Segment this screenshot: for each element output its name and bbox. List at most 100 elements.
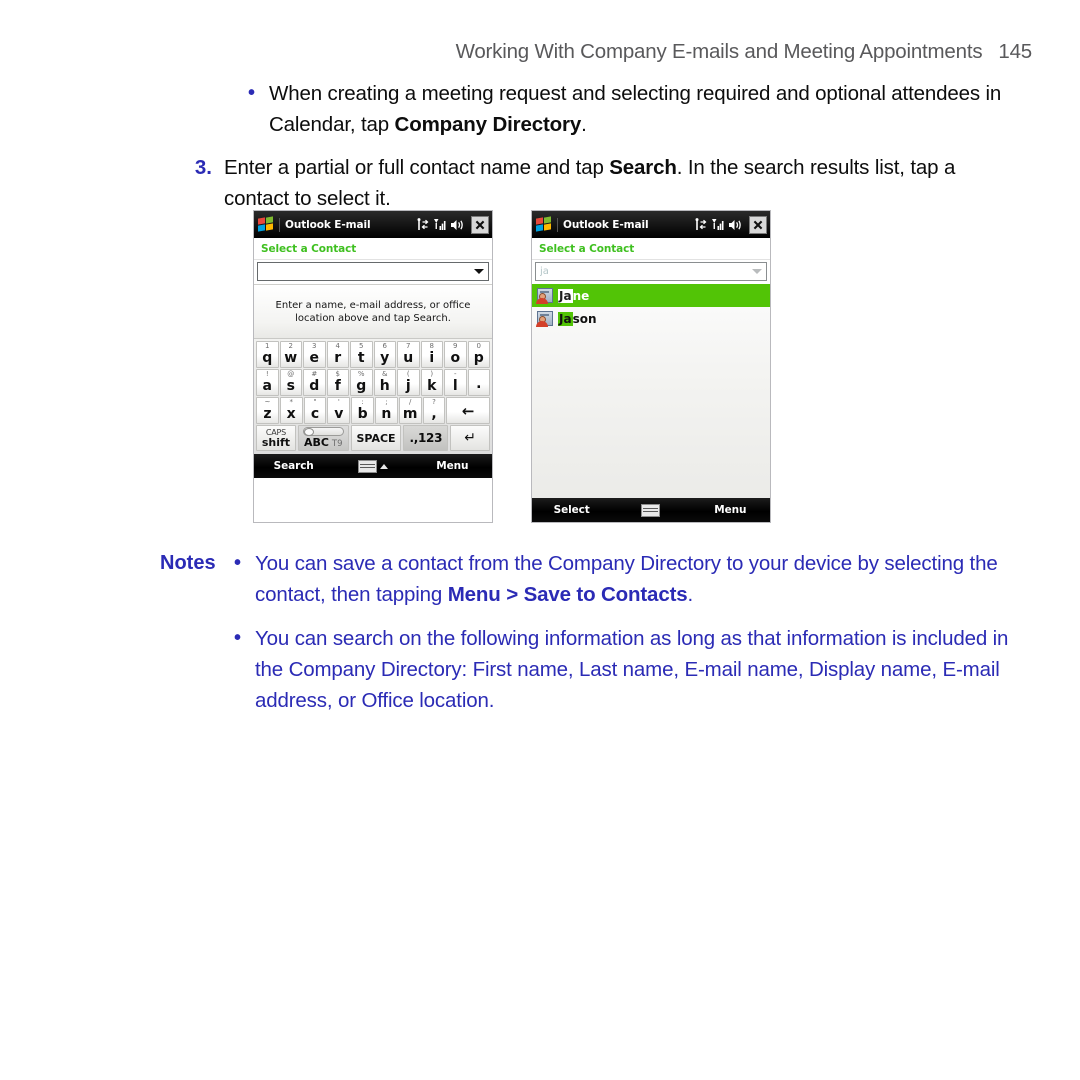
volume-icon[interactable]	[450, 218, 464, 232]
softkey-left-2[interactable]: Select	[532, 504, 611, 516]
note-marker: •	[233, 627, 241, 649]
keyboard-row-1: 1q 2w 3e 4r 5t 6y 7u 8i 9o 0p	[256, 341, 490, 368]
key-t[interactable]: 5t	[350, 341, 373, 368]
bullet-text: When creating a meeting request and sele…	[269, 78, 1004, 140]
connectivity-icon[interactable]	[416, 217, 429, 232]
abc-t9-toggle[interactable]: ABC T9	[297, 425, 349, 451]
key-i[interactable]: 8i	[420, 341, 443, 368]
step-text-part1: Enter a partial or full contact name and…	[224, 156, 610, 179]
symbols-label: .,123	[409, 431, 443, 445]
windows-logo-icon	[536, 216, 553, 232]
key-main: o	[450, 350, 461, 366]
key-main: v	[334, 406, 344, 422]
key-main: ,	[431, 406, 437, 422]
symbols-123-key[interactable]: .,123	[403, 425, 449, 451]
key-j[interactable]: (j	[397, 369, 420, 396]
key-a[interactable]: ! a	[256, 369, 279, 396]
search-input-2[interactable]: ja	[535, 262, 767, 281]
titlebar-divider	[279, 217, 280, 232]
connectivity-icon[interactable]	[694, 217, 707, 232]
key-main: d	[309, 378, 320, 394]
key-main: r	[334, 350, 342, 366]
key-d[interactable]: # d	[303, 369, 326, 396]
caps-shift-key[interactable]: CAPS shift	[256, 425, 296, 451]
chevron-down-icon[interactable]	[474, 269, 484, 274]
close-icon[interactable]	[471, 215, 489, 234]
search-results-list[interactable]: Jane Jason	[532, 284, 770, 498]
key-z[interactable]: ~ z	[256, 397, 279, 424]
toggle-knob[interactable]	[303, 428, 314, 436]
space-key[interactable]: SPACE	[350, 425, 402, 451]
key-u[interactable]: 7u	[397, 341, 420, 368]
key-w[interactable]: 2w	[279, 341, 302, 368]
signal-icon[interactable]	[711, 218, 724, 232]
note-text-2: You can search on the following informat…	[255, 623, 1015, 716]
note-item-2: • You can search on the following inform…	[0, 623, 1080, 716]
key-y[interactable]: 6y	[373, 341, 396, 368]
section-header-label-2: Select a Contact	[539, 242, 635, 255]
toggle-slider[interactable]	[302, 427, 344, 436]
on-screen-keyboard[interactable]: 1q 2w 3e 4r 5t 6y 7u 8i 9o 0p ! a @ s # d $…	[254, 338, 492, 454]
key-k[interactable]: ) k	[420, 369, 443, 396]
key-q[interactable]: 1q	[256, 341, 279, 368]
search-input-1[interactable]	[257, 262, 489, 281]
list-item[interactable]: Jane	[532, 284, 770, 307]
key-g[interactable]: % g	[350, 369, 373, 396]
key-n[interactable]: ; n	[374, 397, 398, 424]
contact-name-match: Ja	[558, 311, 573, 326]
key-m[interactable]: / m	[398, 397, 422, 424]
softkey-middle-2[interactable]	[611, 503, 690, 517]
key-r[interactable]: 4r	[326, 341, 349, 368]
shift-label: shift	[261, 436, 291, 449]
key-main: s	[286, 378, 295, 394]
key-main: n	[381, 406, 392, 422]
key-p[interactable]: 0p	[467, 341, 490, 368]
keyboard-icon[interactable]	[357, 459, 377, 473]
key-main: w	[284, 350, 298, 366]
chevron-down-icon[interactable]	[752, 269, 762, 274]
volume-icon[interactable]	[728, 218, 742, 232]
caret-up-icon[interactable]	[379, 463, 388, 469]
softkey-right-2[interactable]: Menu	[691, 504, 770, 516]
keyboard-row-2: ! a @ s # d $ f % g & h (j ) k -l .	[256, 369, 490, 396]
step-text-bold: Search	[609, 156, 677, 179]
contact-name-rest: ne	[572, 288, 590, 303]
key-main: m	[402, 406, 418, 422]
softkey-left-1[interactable]: Search	[254, 460, 333, 472]
enter-key[interactable]: ↵	[450, 425, 490, 451]
key-f[interactable]: $ f	[326, 369, 349, 396]
space-label: SPACE	[356, 431, 396, 445]
key-c[interactable]: " c	[303, 397, 327, 424]
abc-t9-labels: ABC T9	[304, 437, 343, 450]
key-comma[interactable]: ?,	[422, 397, 446, 424]
key-s[interactable]: @ s	[279, 369, 302, 396]
key-x[interactable]: * x	[279, 397, 303, 424]
bullet-item-company-directory: • When creating a meeting request and se…	[0, 78, 1080, 140]
device-screenshot-1: Outlook E-mail Select a Contact Enter a …	[253, 210, 493, 523]
key-e[interactable]: 3e	[303, 341, 326, 368]
titlebar-title-1: Outlook E-mail	[285, 218, 371, 231]
page-number: 145	[998, 40, 1032, 63]
key-main: g	[356, 378, 367, 394]
key-main: f	[334, 378, 341, 394]
keyboard-icon[interactable]	[641, 503, 661, 517]
key-o[interactable]: 9o	[444, 341, 467, 368]
close-icon[interactable]	[749, 215, 767, 234]
softkey-middle-1[interactable]	[333, 459, 412, 473]
search-combo-wrap-1	[254, 260, 492, 284]
step-text: Enter a partial or full contact name and…	[224, 152, 1014, 214]
backspace-key[interactable]: ←	[446, 397, 490, 424]
step-marker: 3.	[194, 156, 212, 179]
key-b[interactable]: :b	[351, 397, 374, 424]
key-v[interactable]: ' v	[327, 397, 351, 424]
note-text-1: You can save a contact from the Company …	[255, 548, 1015, 610]
key-main: e	[309, 350, 320, 366]
key-l[interactable]: -l	[444, 369, 467, 396]
list-item[interactable]: Jason	[532, 307, 770, 330]
softkey-right-1[interactable]: Menu	[413, 460, 492, 472]
key-main: b	[357, 406, 368, 422]
titlebar-status-icons-1	[416, 215, 489, 234]
signal-icon[interactable]	[433, 218, 446, 232]
key-h[interactable]: & h	[373, 369, 396, 396]
key-period[interactable]: .	[467, 369, 490, 396]
